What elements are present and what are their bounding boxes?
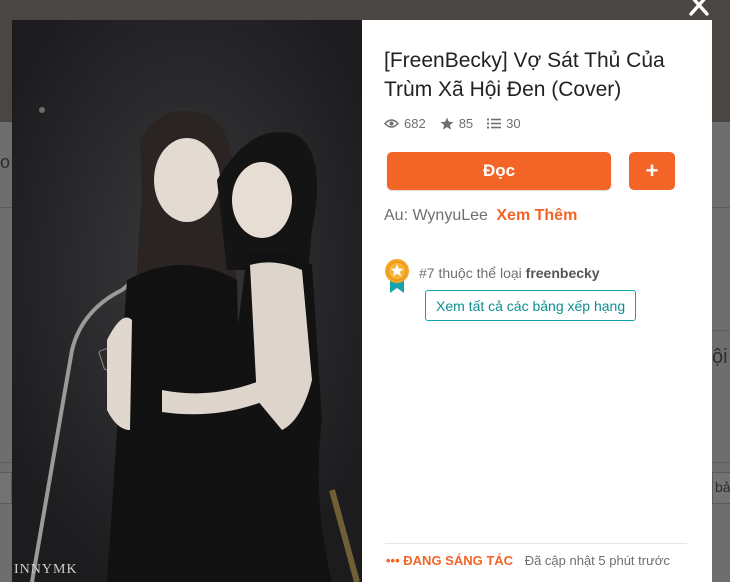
background-input: bả (712, 472, 730, 504)
add-to-library-button[interactable]: + (629, 152, 675, 190)
author-line: Au: WynyuLee Xem Thêm (384, 207, 577, 225)
see-more-link[interactable]: Xem Thêm (496, 207, 577, 224)
story-status: ••• ĐANG SÁNG TÁC Đã cập nhật 5 phút trư… (386, 553, 670, 568)
story-stats: 682 85 30 (384, 116, 521, 131)
ongoing-label: ĐANG SÁNG TÁC (403, 553, 514, 568)
cover-watermark: INNYMK (14, 562, 78, 577)
background-text: bả (715, 479, 730, 495)
star-icon (440, 117, 454, 130)
background-divider (0, 462, 12, 463)
list-icon (487, 118, 502, 129)
close-icon[interactable] (684, 0, 714, 18)
votes-stat: 85 (440, 116, 473, 131)
last-updated: Đã cập nhật 5 phút trước (524, 553, 670, 568)
ellipsis-icon: ••• (386, 553, 400, 568)
story-cover-image[interactable]: INNYMK (12, 20, 362, 582)
background-divider (712, 330, 730, 331)
ranking-text: #7 thuộc thể loại freenbecky (419, 265, 600, 281)
story-info-panel: [FreenBecky] Vợ Sát Thủ Của Trùm Xã Hội … (362, 20, 712, 582)
story-preview-modal: INNYMK [FreenBecky] Vợ Sát Thủ Của Trùm … (12, 20, 712, 582)
eye-icon (384, 119, 399, 128)
background-divider (712, 207, 730, 208)
rank-middle-text: thuộc thể loại (438, 265, 522, 281)
background-text: o (0, 152, 11, 172)
rank-category[interactable]: freenbecky (526, 265, 600, 281)
background-divider (712, 462, 730, 463)
read-button[interactable]: Đọc (387, 152, 611, 190)
votes-count: 85 (458, 116, 474, 131)
ongoing-status: ••• ĐANG SÁNG TÁC (386, 553, 513, 568)
author-name[interactable]: WynyuLee (412, 207, 487, 224)
background-divider (0, 207, 12, 208)
close-icon-glyph (689, 0, 709, 16)
background-text: ội (712, 346, 728, 368)
cover-illustration (12, 20, 362, 582)
reads-count: 682 (404, 116, 426, 131)
author-prefix: Au: (384, 207, 409, 224)
parts-stat: 30 (487, 116, 521, 131)
view-all-rankings-button[interactable]: Xem tất cả các bảng xếp hạng (425, 290, 637, 321)
rank-number: #7 (419, 265, 435, 281)
reads-stat: 682 (384, 116, 426, 131)
parts-count: 30 (506, 116, 521, 131)
status-divider (385, 543, 687, 544)
medal-icon (385, 259, 409, 293)
story-title[interactable]: [FreenBecky] Vợ Sát Thủ Của Trùm Xã Hội … (384, 46, 694, 104)
background-input (0, 472, 12, 504)
